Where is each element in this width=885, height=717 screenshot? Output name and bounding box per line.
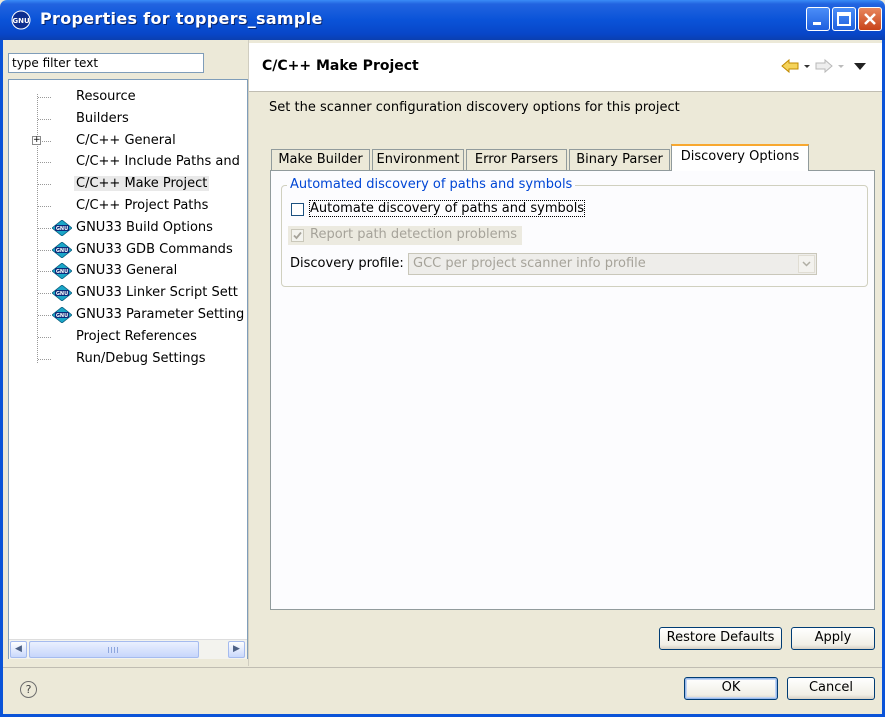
tree-branch-line <box>38 336 52 338</box>
tree-item[interactable]: Builders <box>9 109 247 129</box>
svg-text:GNU: GNU <box>56 291 68 297</box>
svg-text:GNU: GNU <box>12 17 30 25</box>
discovery-profile-value: GCC per project scanner info profile <box>413 256 646 271</box>
tree-branch-line <box>38 206 52 207</box>
automate-discovery-checkbox[interactable] <box>291 203 304 216</box>
gnu-icon: GNU <box>52 263 72 280</box>
tree-item-label: C/C++ Include Paths and <box>76 154 240 170</box>
tree-item-label: GNU33 Build Options <box>76 219 213 235</box>
tree-branch-line <box>38 293 52 295</box>
filter-input[interactable] <box>8 53 204 73</box>
tree-item-label: Project References <box>76 328 197 344</box>
tree-branch-line <box>38 358 52 360</box>
minimize-button[interactable] <box>806 7 830 31</box>
tree-item-label: Run/Debug Settings <box>76 350 206 366</box>
tab-discovery-options[interactable]: Discovery Options <box>671 144 809 171</box>
tree-item-label: C/C++ Project Paths <box>76 198 209 213</box>
tree-item[interactable]: C/C++ Project Paths <box>9 196 247 216</box>
tree-item-label: Resource <box>76 89 136 104</box>
tree-item-label: C/C++ General <box>76 132 176 148</box>
tree-item-label: C/C++ Make Project <box>74 176 210 192</box>
tree-branch-line <box>38 271 52 273</box>
chevron-down-icon <box>802 261 811 267</box>
header-separator <box>249 91 882 92</box>
tree-item-label: GNU33 Linker Script Sett <box>76 285 238 301</box>
tree-item[interactable]: Resource <box>9 87 247 107</box>
tree-branch-line <box>38 97 52 98</box>
minimize-icon <box>813 22 821 25</box>
apply-button[interactable]: Apply <box>791 627 875 650</box>
close-icon <box>864 13 876 25</box>
tree-item-label: Builders <box>76 110 129 126</box>
svg-text:GNU: GNU <box>56 313 68 319</box>
back-arrow-icon <box>781 58 799 74</box>
tree-branch-line <box>38 315 52 316</box>
svg-text:GNU: GNU <box>56 226 68 232</box>
svg-text:GNU: GNU <box>56 248 68 254</box>
tab-error-parsers[interactable]: Error Parsers <box>466 149 567 170</box>
page-nav <box>780 58 870 74</box>
gnu-icon: GNU <box>52 307 72 323</box>
page-header: C/C++ Make Project <box>249 43 882 91</box>
report-problems-checkbox[interactable] <box>291 229 304 242</box>
help-icon[interactable]: ? <box>20 681 37 698</box>
gnu-app-icon: GNU <box>11 10 31 30</box>
tree-item-label: GNU33 GDB Commands <box>76 241 233 257</box>
tab-make-builder[interactable]: Make Builder <box>271 149 370 170</box>
svg-text:GNU: GNU <box>56 269 68 275</box>
tree-item[interactable]: C/C++ Make Project <box>9 174 247 194</box>
close-button[interactable] <box>858 7 882 31</box>
gnu-icon: GNU <box>52 241 72 258</box>
report-problems-label: Report path detection problems <box>310 227 518 242</box>
bottom-separator <box>3 667 882 668</box>
tree-branch-line <box>38 184 52 186</box>
ok-button[interactable]: OK <box>684 677 778 700</box>
tree-item[interactable]: GNU GNU33 Build Options <box>9 218 247 238</box>
tree-item[interactable]: GNU GNU33 GDB Commands <box>9 240 247 260</box>
forward-dropdown-icon <box>838 65 844 68</box>
tree-item[interactable]: + C/C++ General <box>9 131 247 151</box>
panel-sash[interactable] <box>248 40 249 666</box>
gnu-icon: GNU <box>52 285 72 302</box>
gnu-icon: GNU <box>52 219 72 236</box>
window-title: Properties for toppers_sample <box>40 9 323 28</box>
property-page-tree[interactable]: Resource Builders + C/C++ General C/C++ Incl… <box>8 79 248 659</box>
discovery-profile-label: Discovery profile: <box>290 256 404 271</box>
tree-item[interactable]: GNU GNU33 Linker Script Sett <box>9 283 247 303</box>
tab-binary-parser[interactable]: Binary Parser <box>569 149 670 170</box>
title-bar[interactable]: GNU Properties for toppers_sample <box>0 0 885 40</box>
tree-branch-line <box>38 249 52 251</box>
nav-arrows <box>781 58 866 74</box>
tree-branch-line <box>38 162 52 164</box>
forward-arrow-icon <box>815 58 833 74</box>
tree-item[interactable]: Run/Debug Settings <box>9 349 247 369</box>
combo-dropdown-button[interactable] <box>798 255 815 273</box>
tree-item[interactable]: C/C++ Include Paths and <box>9 152 247 172</box>
maximize-button[interactable] <box>832 7 856 31</box>
page-title: C/C++ Make Project <box>262 58 419 74</box>
discovery-profile-combo[interactable]: GCC per project scanner info profile <box>408 253 817 275</box>
cancel-button[interactable]: Cancel <box>787 677 875 700</box>
scroll-left-arrow-icon[interactable]: ◀ <box>10 641 27 658</box>
tree-item-label: GNU33 General <box>76 263 178 279</box>
back-dropdown-icon <box>804 65 810 68</box>
group-title: Automated discovery of paths and symbols <box>287 177 576 192</box>
restore-defaults-button[interactable]: Restore Defaults <box>659 627 782 650</box>
tree-branch-line <box>38 227 52 229</box>
maximize-icon <box>837 12 851 26</box>
tree-branch-line <box>38 118 52 120</box>
automate-discovery-label[interactable]: Automate discovery of paths and symbols <box>308 200 586 217</box>
scroll-right-arrow-icon[interactable]: ▶ <box>228 641 245 658</box>
tree-item[interactable]: GNU GNU33 Parameter Setting <box>9 305 247 325</box>
expand-plus-icon[interactable]: + <box>32 135 41 145</box>
tab-environment[interactable]: Environment <box>372 149 464 170</box>
tree-item[interactable]: GNU GNU33 General <box>9 261 247 281</box>
scroll-thumb[interactable] <box>29 641 199 658</box>
checkmark-icon <box>293 231 302 240</box>
page-description: Set the scanner configuration discovery … <box>269 100 680 115</box>
view-menu-icon <box>854 63 866 70</box>
tree-horizontal-scrollbar[interactable]: ◀ ▶ <box>9 639 247 659</box>
tree-item[interactable]: Project References <box>9 327 247 347</box>
tree-item-label: GNU33 Parameter Setting <box>76 307 245 322</box>
